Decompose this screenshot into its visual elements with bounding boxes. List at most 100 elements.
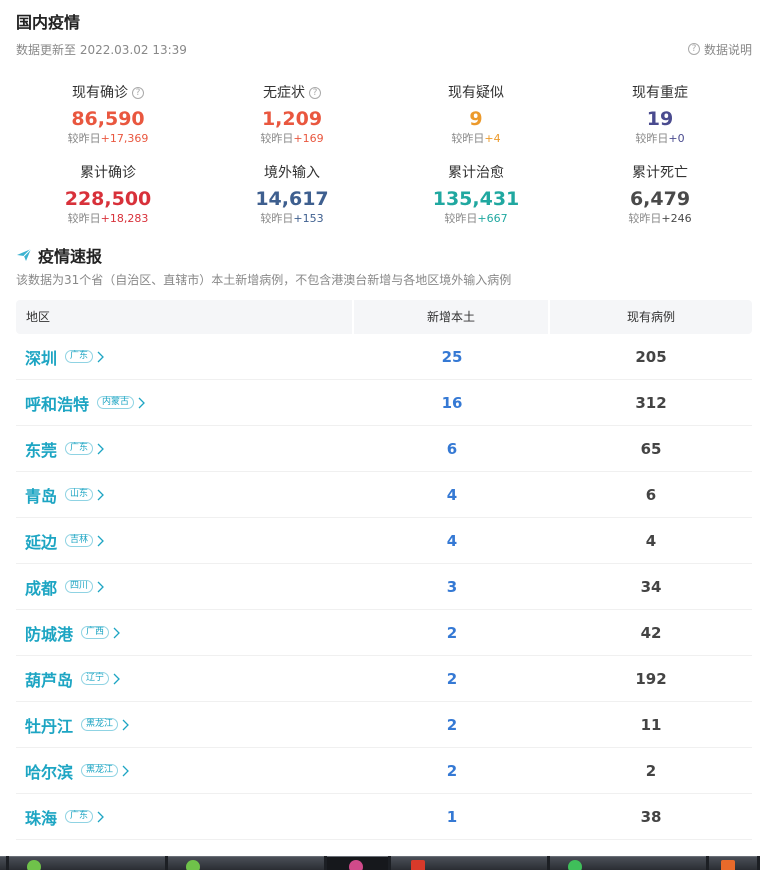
city-name: 成都 xyxy=(25,578,58,598)
region-cell[interactable]: 呼和浩特 内蒙古 xyxy=(16,391,354,415)
stat-card: 现有重症 19 较昨日+0 xyxy=(568,84,752,164)
current-cases-cell: 6 xyxy=(645,485,657,504)
browser-icon xyxy=(185,860,200,870)
stat-card: 现有疑似 9 较昨日+4 xyxy=(384,84,568,164)
stat-value: 9 xyxy=(469,108,483,130)
chevron-right-icon xyxy=(97,489,104,500)
app-icon xyxy=(721,860,736,870)
city-name: 青岛 xyxy=(25,486,58,506)
stat-card: 境外输入 14,617 较昨日+153 xyxy=(200,164,384,244)
stat-delta-prefix: 较昨日 xyxy=(451,132,485,145)
stat-label-text: 无症状 xyxy=(263,85,305,101)
taskbar-app-3[interactable] xyxy=(326,856,389,870)
region-cell[interactable]: 延边 吉林 xyxy=(16,529,354,553)
stat-delta: 较昨日+153 xyxy=(200,212,384,226)
province-tag: 山东 xyxy=(65,488,94,501)
chevron-right-icon xyxy=(122,719,129,730)
new-local-cell: 2 xyxy=(446,761,458,780)
new-local-cell: 4 xyxy=(446,485,458,504)
region-cell[interactable]: 珠海 广东 xyxy=(16,805,354,829)
section-title-text: 疫情速报 xyxy=(38,247,103,266)
stat-delta-prefix: 较昨日 xyxy=(444,212,478,225)
city-name: 延边 xyxy=(25,532,58,552)
stat-card: 累计确诊 228,500 较昨日+18,283 xyxy=(16,164,200,244)
stat-value: 1,209 xyxy=(261,108,323,130)
province-tag: 辽宁 xyxy=(81,672,110,685)
new-local-cell: 1 xyxy=(446,807,458,826)
taskbar-app-6[interactable] xyxy=(709,856,757,870)
header-current[interactable]: 现有病例 xyxy=(550,300,752,334)
chevron-right-icon xyxy=(97,581,104,592)
region-cell[interactable]: 哈尔滨 黑龙江 xyxy=(16,759,354,783)
region-cell[interactable]: 牡丹江 黑龙江 xyxy=(16,713,354,737)
region-cell[interactable]: 东莞 广东 xyxy=(16,437,354,461)
stat-delta-prefix: 较昨日 xyxy=(67,212,101,225)
taskbar-app-1[interactable] xyxy=(8,856,165,870)
stat-delta: 较昨日+169 xyxy=(200,132,384,146)
stat-delta: 较昨日+4 xyxy=(384,132,568,146)
province-tag: 黑龙江 xyxy=(81,764,119,777)
table-row: 延边 吉林 4 4 xyxy=(16,518,752,564)
stat-card: 累计死亡 6,479 较昨日+246 xyxy=(568,164,752,244)
city-name: 东莞 xyxy=(25,440,58,460)
stat-label-text: 现有确诊 xyxy=(72,85,128,101)
stat-label-text: 境外输入 xyxy=(264,165,320,181)
table-row: 珠海 广东 1 38 xyxy=(16,794,752,840)
taskbar-app-4[interactable] xyxy=(391,856,548,870)
stat-label: 现有确诊? xyxy=(16,84,200,102)
current-cases-cell: 192 xyxy=(635,669,667,688)
paper-plane-icon xyxy=(17,248,32,261)
taskbar-app-2[interactable] xyxy=(167,856,324,870)
taskbar xyxy=(0,856,760,870)
help-icon[interactable]: ? xyxy=(132,87,144,99)
province-tag: 广东 xyxy=(65,810,94,823)
header-new-local[interactable]: 新增本土 xyxy=(354,300,550,334)
stat-card: 无症状? 1,209 较昨日+169 xyxy=(200,84,384,164)
region-cell[interactable]: 青岛 山东 xyxy=(16,483,354,507)
stat-delta-prefix: 较昨日 xyxy=(260,212,294,225)
chevron-right-icon xyxy=(97,351,104,362)
stat-value: 228,500 xyxy=(64,188,152,210)
table-row: 哈尔滨 黑龙江 2 2 xyxy=(16,748,752,794)
table-row: 深圳 广东 25 205 xyxy=(16,334,752,380)
table-row: 成都 四川 3 34 xyxy=(16,564,752,610)
province-tag: 吉林 xyxy=(65,534,94,547)
table-row: 东莞 广东 6 65 xyxy=(16,426,752,472)
taskbar-app-5[interactable] xyxy=(550,856,707,870)
stat-delta: 较昨日+667 xyxy=(384,212,568,226)
stat-delta-value: +17,369 xyxy=(100,132,149,145)
stat-value: 6,479 xyxy=(629,188,691,210)
mail-icon xyxy=(411,860,426,870)
data-explain-label: 数据说明 xyxy=(703,42,752,57)
stat-label-text: 现有重症 xyxy=(632,85,688,101)
help-icon[interactable]: ? xyxy=(309,87,321,99)
chevron-right-icon xyxy=(122,765,129,776)
region-cell[interactable]: 成都 四川 xyxy=(16,575,354,599)
current-cases-cell: 4 xyxy=(645,531,657,550)
region-cell[interactable]: 葫芦岛 辽宁 xyxy=(16,667,354,691)
taskbar-edge xyxy=(0,856,6,870)
section-desc: 该数据为31个省（自治区、直辖市）本土新增病例，不包含港澳台新增与各地区境外输入… xyxy=(16,273,512,287)
region-cell[interactable]: 深圳 广东 xyxy=(16,345,354,369)
city-name: 珠海 xyxy=(25,808,58,828)
stat-label: 境外输入 xyxy=(200,164,384,182)
city-name: 深圳 xyxy=(25,348,58,368)
city-name: 防城港 xyxy=(25,624,74,644)
new-local-cell: 2 xyxy=(446,669,458,688)
stat-delta: 较昨日+0 xyxy=(568,132,752,146)
data-explain-link[interactable]: ? 数据说明 xyxy=(687,41,752,58)
stats-panel: 现有确诊? 86,590 较昨日+17,369 无症状? 1,209 较昨日+169 现有疑… xyxy=(16,84,752,244)
city-name: 呼和浩特 xyxy=(25,394,90,414)
stat-card: 累计治愈 135,431 较昨日+667 xyxy=(384,164,568,244)
stat-label-text: 现有疑似 xyxy=(448,85,504,101)
new-local-cell: 16 xyxy=(441,393,463,412)
stat-label: 现有疑似 xyxy=(384,84,568,102)
current-cases-cell: 42 xyxy=(640,623,662,642)
chat-icon xyxy=(568,860,583,870)
stat-value: 135,431 xyxy=(432,188,520,210)
region-cell[interactable]: 防城港 广西 xyxy=(16,621,354,645)
stat-card: 现有确诊? 86,590 较昨日+17,369 xyxy=(16,84,200,164)
section-title: 疫情速报 xyxy=(16,244,752,266)
stat-label: 累计确诊 xyxy=(16,164,200,182)
page-title: 国内疫情 xyxy=(16,13,81,32)
